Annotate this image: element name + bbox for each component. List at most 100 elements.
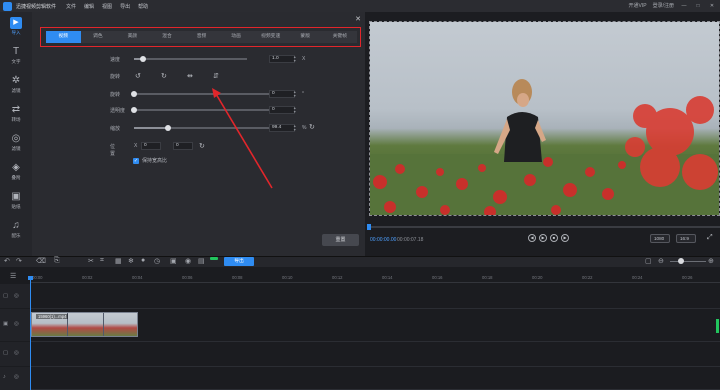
sidebar-item-transition[interactable]: ⇄ 转场 — [0, 99, 32, 128]
audio-track-icon[interactable]: ▢ — [3, 350, 8, 356]
vip-link[interactable]: 开通VIP — [629, 2, 647, 9]
preview-progress-bar[interactable] — [369, 226, 720, 228]
record-icon[interactable]: ◉ — [185, 257, 191, 265]
track-mute-icon[interactable]: ◎ — [14, 350, 19, 356]
sidebar-item-overlay[interactable]: ◈ 叠附 — [0, 157, 32, 186]
zoom-out-icon[interactable]: ⊖ — [658, 257, 664, 265]
next-frame-icon[interactable]: ▶ — [561, 234, 569, 242]
account-link[interactable]: 登录/注册 — [653, 2, 674, 9]
undo-icon[interactable]: ↶ — [4, 257, 10, 265]
minimize-button[interactable]: — — [680, 3, 688, 9]
zoom-in-icon[interactable]: ⊕ — [708, 257, 714, 265]
flip-vertical-icon[interactable]: ⇵ — [213, 72, 239, 80]
ratio-select[interactable]: 16:9 — [676, 234, 696, 243]
position-x-input[interactable]: 0 — [141, 142, 161, 150]
menu-file[interactable]: 文件 — [66, 3, 76, 10]
video-preview[interactable] — [369, 21, 720, 216]
fullscreen-icon[interactable]: ⤢ — [707, 234, 713, 242]
video-track-icon[interactable]: ▣ — [3, 321, 8, 327]
keep-ratio-row[interactable]: ✓ 保持宽高比 — [133, 157, 167, 164]
rotate-right-icon[interactable]: ↻ — [161, 72, 187, 80]
overlay-track[interactable] — [30, 284, 720, 309]
speed-input[interactable]: 1.0 — [269, 55, 295, 63]
menu-bar: 文件 编辑 视图 导出 帮助 — [66, 3, 156, 10]
rotation-stepper-icon[interactable]: ▲ ▼ — [293, 90, 296, 98]
track-lock-icon[interactable]: ▢ — [3, 293, 8, 299]
scale-stepper-icon[interactable]: ▲ ▼ — [293, 124, 296, 132]
playhead-handle[interactable] — [28, 276, 33, 280]
playback-controls: ◀ ▶ ■ ▶ — [528, 234, 572, 242]
zoom-slider[interactable] — [670, 261, 706, 262]
menu-export[interactable]: 导出 — [120, 3, 130, 10]
split-icon[interactable]: ✂ — [88, 257, 94, 265]
previous-frame-icon[interactable]: ◀ — [528, 234, 536, 242]
opacity-input[interactable]: 0 — [269, 106, 295, 114]
quality-select[interactable]: 1080 — [650, 234, 670, 243]
track-visible-icon[interactable]: ◎ — [14, 321, 19, 327]
play-icon[interactable]: ▶ — [539, 234, 547, 242]
preview-progress-knob[interactable] — [367, 224, 371, 230]
music-track[interactable] — [30, 367, 720, 390]
crop-icon[interactable]: ⌗ — [100, 257, 104, 265]
position-reset-icon[interactable]: ↻ — [199, 142, 205, 150]
mosaic-icon[interactable]: ▦ — [115, 257, 122, 265]
zoom-slider-knob[interactable] — [678, 258, 684, 264]
rotation-input[interactable]: 0 — [269, 90, 295, 98]
sidebar-item-label: 转场 — [11, 117, 21, 122]
zoom-fit-icon[interactable]: ▢ — [645, 257, 652, 265]
speed-tool-icon[interactable]: ◷ — [154, 257, 160, 265]
position-x-label: X — [134, 143, 138, 149]
timeline-tick-label: 00:22 — [582, 275, 593, 280]
track-visible-icon[interactable]: ◎ — [14, 293, 19, 299]
flip-horizontal-icon[interactable]: ⇹ — [187, 72, 213, 80]
delete-icon[interactable]: ⌫ — [36, 257, 46, 265]
rotation-slider[interactable] — [131, 91, 269, 97]
clip-thumbnail — [104, 313, 137, 336]
sidebar-item-color[interactable]: ◎ 滤镜 — [0, 128, 32, 157]
rotation-slider-knob[interactable] — [131, 91, 137, 97]
menu-view[interactable]: 视图 — [102, 3, 112, 10]
opacity-slider-knob[interactable] — [131, 107, 137, 113]
timeline-playhead[interactable] — [30, 276, 31, 390]
copy-icon[interactable]: ⎘ — [54, 257, 60, 265]
audio-track[interactable] — [30, 342, 720, 367]
sidebar-item-import[interactable]: ▶ 导入 — [0, 12, 32, 41]
sidebar-item-filter[interactable]: ✲ 滤镜 — [0, 70, 32, 99]
position-y-input[interactable]: 0 — [173, 142, 193, 150]
panel-close-icon[interactable]: ✕ — [355, 15, 361, 23]
music-track-icon[interactable]: ♪ — [3, 374, 6, 380]
opacity-row: 透明度 0 ▲ ▼ — [110, 105, 310, 115]
pip-icon[interactable]: ▣ — [170, 257, 177, 265]
opacity-slider[interactable] — [131, 107, 269, 113]
scale-slider-knob[interactable] — [164, 125, 171, 131]
sidebar-item-music[interactable]: ♫ 配乐 — [0, 215, 32, 244]
close-button[interactable]: ✕ — [708, 3, 716, 9]
reset-button[interactable]: 重置 — [322, 234, 359, 246]
timeline-tick-label: 00:16 — [432, 275, 443, 280]
scale-slider-fill — [134, 127, 168, 129]
scale-slider[interactable] — [134, 125, 269, 131]
export-button[interactable]: 导出 — [224, 257, 254, 266]
opacity-stepper-icon[interactable]: ▲ ▼ — [293, 106, 296, 114]
speed-slider-knob[interactable] — [140, 56, 147, 62]
video-clip[interactable]: 15960(1)...mp4 — [31, 312, 138, 337]
sidebar-item-text[interactable]: T 文字 — [0, 41, 32, 70]
speed-slider[interactable] — [134, 56, 247, 62]
speed-stepper-icon[interactable]: ▲ ▼ — [293, 55, 296, 63]
redo-icon[interactable]: ↷ — [16, 257, 22, 265]
stop-icon[interactable]: ■ — [550, 234, 558, 242]
sidebar-item-sticker[interactable]: ▣ 贴纸 — [0, 186, 32, 215]
keep-ratio-checkbox[interactable]: ✓ — [133, 157, 139, 164]
menu-edit[interactable]: 编辑 — [84, 3, 94, 10]
freeze-icon[interactable]: ❄ — [128, 257, 134, 265]
mic-icon[interactable]: ● — [141, 257, 145, 264]
menu-help[interactable]: 帮助 — [138, 3, 148, 10]
scale-input[interactable]: 99.4 — [269, 124, 295, 132]
track-mute-icon[interactable]: ◎ — [14, 374, 19, 380]
scale-reset-icon[interactable]: ↻ — [309, 123, 315, 131]
maximize-button[interactable]: □ — [694, 3, 702, 9]
track-menu-icon[interactable]: ☰ — [10, 272, 16, 280]
screenshot-icon[interactable]: ▤ — [198, 257, 205, 265]
rotate-left-icon[interactable]: ↺ — [135, 72, 161, 80]
track-header-music: ♪ ◎ — [0, 367, 30, 390]
